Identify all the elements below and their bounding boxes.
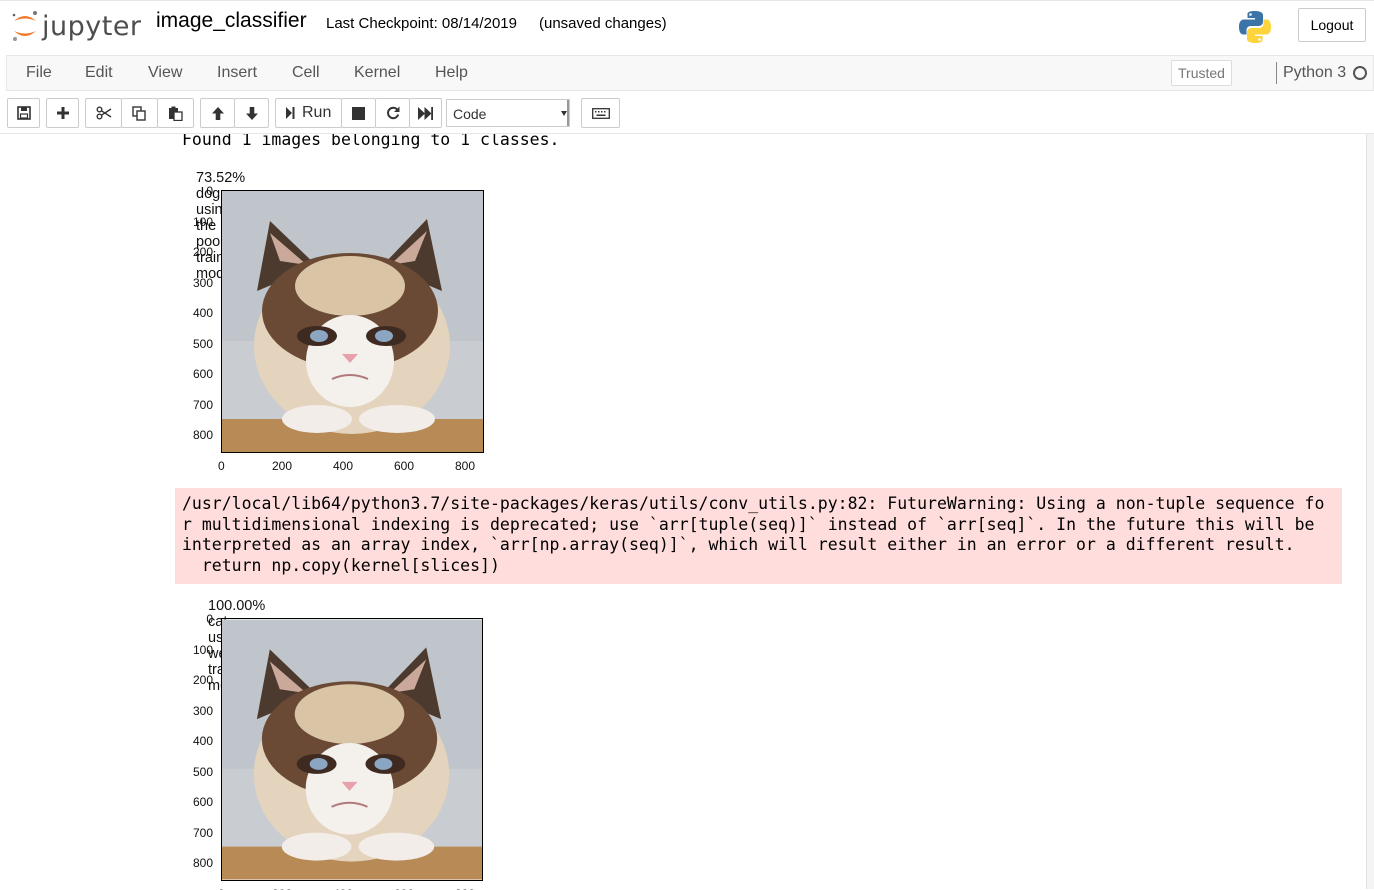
keyboard-icon [591,107,610,119]
cat-photo [222,619,482,880]
x-tick-label: 0 [218,459,225,473]
stderr-line: interpreted as an array index, `arr[np.a… [182,535,1295,554]
x-tick-label: 200 [272,459,293,473]
command-palette-button[interactable] [581,98,620,128]
header: jupyter image_classifier Last Checkpoint… [0,0,1374,55]
run-icon [285,106,295,120]
restart-button[interactable] [375,98,410,128]
y-tick-label: 100 [192,215,213,229]
y-tick-label: 600 [192,795,213,809]
save-icon [16,106,31,120]
last-checkpoint: Last Checkpoint: 08/14/2019 [326,15,517,32]
paste-icon [168,106,183,121]
output-stderr: /usr/local/lib64/python3.7/site-packages… [175,488,1342,584]
y-tick-label: 0 [206,184,213,198]
copy-button[interactable] [121,98,158,128]
menu-kernel[interactable]: Kernel [354,64,400,82]
interrupt-button[interactable] [341,98,376,128]
cut-icon [96,106,112,120]
kernel-name[interactable]: Python 3 [1283,64,1346,82]
y-tick-label: 400 [192,734,213,748]
y-tick-label: 400 [192,306,213,320]
python-logo-icon [1237,9,1273,50]
restart-icon [386,106,400,120]
move-down-button[interactable] [234,98,269,128]
jupyter-wordmark: jupyter [42,10,142,42]
y-tick-label: 500 [192,765,213,779]
run-label: Run [302,104,332,121]
fast-forward-icon [418,106,433,120]
run-button[interactable]: Run [275,98,342,128]
x-tick-label: 400 [333,459,354,473]
y-tick-label: 500 [192,337,213,351]
kernel-separator [1276,62,1277,84]
vertical-scrollbar[interactable] [1366,134,1374,889]
stderr-line: return np.copy(kernel[slices]) [182,555,500,575]
notebook-container[interactable]: Found 1 images belonging to 1 classes. 7… [0,133,1374,890]
jupyter-logo[interactable]: jupyter [10,8,142,44]
x-tick-label: 600 [394,459,415,473]
y-tick-label: 700 [192,398,213,412]
y-tick-label: 200 [192,673,213,687]
cell-type-select[interactable]: Code [446,99,570,127]
menu-insert[interactable]: Insert [217,64,257,82]
y-tick-label: 800 [192,428,213,442]
save-button[interactable] [7,98,40,128]
stderr-line: /usr/local/lib64/python3.7/site-packages… [182,494,1325,513]
y-tick-label: 300 [192,704,213,718]
image-axes [221,190,484,453]
arrow-down-icon [245,106,259,121]
copy-icon [132,105,147,121]
insert-cell-button[interactable] [46,98,79,128]
x-tick-label: 800 [455,459,476,473]
y-tick-label: 100 [192,643,213,657]
move-up-button[interactable] [200,98,235,128]
notebook-name[interactable]: image_classifier [156,9,307,33]
arrow-up-icon [211,106,225,121]
menu-cell[interactable]: Cell [292,64,320,82]
menu-view[interactable]: View [148,64,182,82]
autosave-status: (unsaved changes) [539,15,667,32]
stop-icon [352,106,365,120]
jupyter-logo-icon [10,9,40,43]
y-tick-label: 200 [192,245,213,259]
stderr-line: r multidimensional indexing is deprecate… [182,514,1315,534]
menu-help[interactable]: Help [435,64,468,82]
y-tick-label: 600 [192,367,213,381]
cut-button[interactable] [85,98,122,128]
trusted-indicator[interactable]: Trusted [1171,60,1232,86]
menu-file[interactable]: File [26,64,52,82]
select-edge [567,100,569,126]
cat-photo [222,191,483,452]
menu-edit[interactable]: Edit [85,64,113,82]
y-tick-label: 300 [192,276,213,290]
paste-button[interactable] [157,98,194,128]
plus-icon [56,106,70,120]
restart-run-all-button[interactable] [409,98,442,128]
y-tick-label: 0 [206,612,213,626]
kernel-idle-icon [1353,66,1367,80]
toolbar: Run Code [0,93,1374,133]
menubar: File Edit View Insert Cell Kernel Help T… [6,55,1374,91]
output-stream-text: Found 1 images belonging to 1 classes. [182,133,560,149]
y-tick-label: 700 [192,826,213,840]
y-tick-label: 800 [192,856,213,870]
cell-type-value: Code [453,106,487,122]
logout-button[interactable]: Logout [1298,8,1366,42]
image-axes [221,618,483,881]
